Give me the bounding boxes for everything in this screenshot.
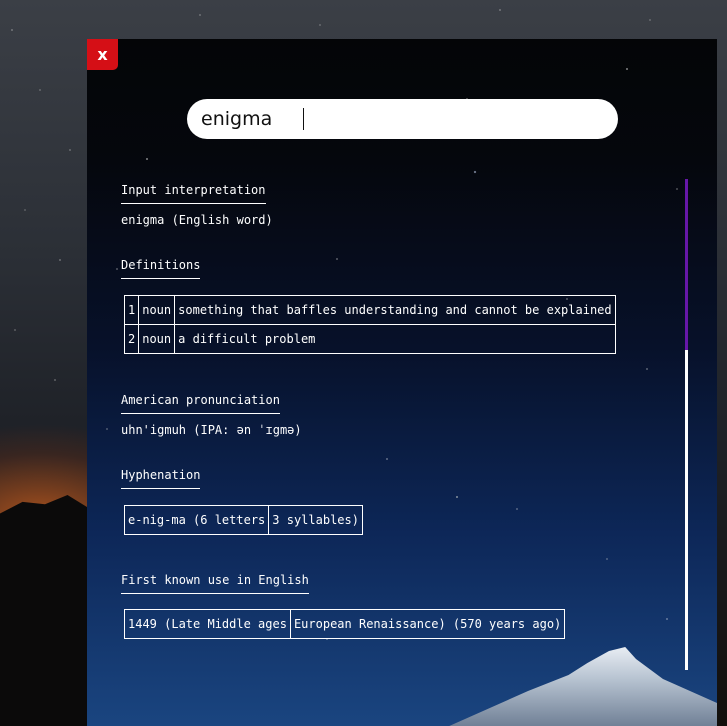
table-row: e-nig-ma (6 letters 3 syllables) bbox=[123, 505, 363, 535]
definition-number: 2 bbox=[123, 324, 140, 354]
definition-number: 1 bbox=[123, 295, 140, 325]
dictionary-app-window: x Input interpretation enigma (English w… bbox=[87, 39, 717, 726]
definitions-table: 1 noun something that baffles understand… bbox=[123, 295, 616, 354]
close-button[interactable]: x bbox=[87, 39, 118, 70]
section-title-hyphenation: Hyphenation bbox=[121, 468, 201, 489]
definition-part-of-speech: noun bbox=[138, 324, 176, 354]
hyphenation-cell: 3 syllables) bbox=[268, 505, 363, 535]
table-row: 2 noun a difficult problem bbox=[123, 324, 616, 354]
pronunciation-text: uhn'igmuh (IPA: ən ˈɪgmə) bbox=[121, 423, 302, 437]
first-use-table: 1449 (Late Middle ages European Renaissa… bbox=[124, 609, 566, 639]
hyphenation-table: e-nig-ma (6 letters 3 syllables) bbox=[123, 505, 363, 535]
first-use-cell: European Renaissance) (570 years ago) bbox=[289, 609, 566, 639]
wallpaper-mountain bbox=[0, 495, 90, 726]
section-title-input-interpretation: Input interpretation bbox=[121, 183, 266, 204]
input-interpretation-text: enigma (English word) bbox=[121, 213, 273, 227]
first-use-cell: 1449 (Late Middle ages bbox=[124, 609, 291, 639]
section-title-pronunciation: American pronunciation bbox=[121, 393, 280, 414]
hyphenation-cell: e-nig-ma (6 letters bbox=[123, 505, 270, 535]
close-icon: x bbox=[97, 45, 108, 64]
definition-text: a difficult problem bbox=[174, 324, 616, 354]
text-caret bbox=[303, 108, 304, 130]
search-input[interactable] bbox=[201, 108, 304, 130]
scrollbar[interactable] bbox=[685, 179, 688, 670]
table-row: 1 noun something that baffles understand… bbox=[123, 295, 616, 325]
section-title-first-use: First known use in English bbox=[121, 573, 309, 594]
search-bar[interactable] bbox=[187, 99, 618, 139]
section-title-definitions: Definitions bbox=[121, 258, 201, 279]
table-row: 1449 (Late Middle ages European Renaissa… bbox=[124, 609, 566, 639]
definition-text: something that baffles understanding and… bbox=[174, 295, 616, 325]
definition-part-of-speech: noun bbox=[138, 295, 176, 325]
scrollbar-thumb[interactable] bbox=[685, 179, 688, 350]
